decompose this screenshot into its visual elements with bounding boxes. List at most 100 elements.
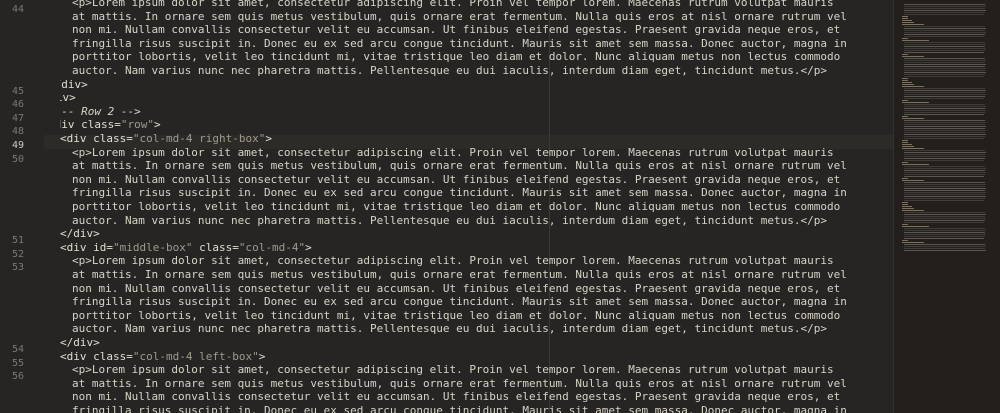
minimap-line xyxy=(904,74,986,75)
minimap-line xyxy=(904,152,986,153)
code-line[interactable]: <div class="col-md-4 right-box"> xyxy=(60,132,272,146)
code-line[interactable]: fringilla risus suscipit in. Donec eu ex… xyxy=(72,404,847,413)
code-token: fringilla risus suscipit in. Donec eu ex… xyxy=(72,36,847,50)
minimap-line xyxy=(904,42,985,43)
line-number[interactable]: 50 xyxy=(0,153,24,167)
minimap-line xyxy=(904,172,986,173)
minimap-line xyxy=(902,20,912,21)
minimap-line xyxy=(904,138,984,139)
code-line[interactable]: at mattis. In ornare sem quis metus vest… xyxy=(72,10,847,24)
code-token: fringilla risus suscipit in. Donec eu ex… xyxy=(72,295,847,309)
minimap-line xyxy=(904,26,985,27)
line-number[interactable]: 53 xyxy=(0,261,24,275)
code-token: > xyxy=(305,240,312,254)
code-editor[interactable]: 44 45 46 47 48 49 50 51 52 53 54 55 56 <p>Lorem ipsu… xyxy=(0,0,1000,413)
minimap-line xyxy=(902,82,912,83)
minimap-line xyxy=(904,76,984,77)
minimap-line xyxy=(904,30,986,31)
minimap-line xyxy=(902,226,929,227)
code-line[interactable]: <p>Lorem ipsum dolor sit amet, consectet… xyxy=(72,254,834,268)
line-number[interactable]: 46 xyxy=(0,98,24,112)
minimap-line xyxy=(904,60,986,61)
code-token: <div xyxy=(60,132,94,145)
minimap-line xyxy=(902,204,908,205)
code-line[interactable]: at mattis. In ornare sem quis metus vest… xyxy=(72,159,847,173)
minimap-line xyxy=(902,206,912,207)
minimap-line xyxy=(904,236,986,237)
code-line[interactable]: non mi. Nullam convallis consectetur vel… xyxy=(72,282,840,296)
code-line[interactable]: <!-- Row 2 --> xyxy=(60,105,141,119)
minimap-line xyxy=(904,232,986,233)
minimap-line xyxy=(902,240,908,241)
code-token: </div> xyxy=(60,91,76,105)
code-line[interactable]: auctor. Nam varius nunc nec pharetra mat… xyxy=(72,214,827,228)
line-number[interactable]: 51 xyxy=(0,234,24,248)
minimap-line xyxy=(904,122,986,123)
code-line[interactable]: non mi. Nullam convallis consectetur vel… xyxy=(72,23,840,37)
code-line[interactable]: auctor. Nam varius nunc nec pharetra mat… xyxy=(72,322,827,336)
code-line[interactable]: <p>Lorem ipsum dolor sit amet, consectet… xyxy=(72,0,834,10)
code-line[interactable]: porttitor lobortis, velit leo tincidunt … xyxy=(72,309,840,323)
minimap-line xyxy=(904,244,985,245)
code-line[interactable]: </div> xyxy=(60,227,100,241)
line-number[interactable]: 45 xyxy=(0,85,24,99)
line-number[interactable]: 52 xyxy=(0,248,24,262)
code-line[interactable]: porttitor lobortis, velit leo tincidunt … xyxy=(72,50,840,64)
line-number[interactable]: 54 xyxy=(0,343,24,357)
code-line[interactable]: <p>Lorem ipsum dolor sit amet, consectet… xyxy=(72,146,834,160)
minimap-line xyxy=(902,22,914,23)
code-line[interactable]: non mi. Nullam convallis consectetur vel… xyxy=(72,173,840,187)
minimap-line xyxy=(904,50,986,51)
line-number[interactable]: 56 xyxy=(0,370,24,384)
minimap-line xyxy=(904,134,986,135)
minimap-line xyxy=(904,6,986,7)
code-line[interactable]: </div> xyxy=(60,336,100,350)
minimap-line xyxy=(904,52,984,53)
minimap-line xyxy=(904,188,986,189)
code-line[interactable]: <div class="row"> xyxy=(60,118,161,132)
minimap-line xyxy=(902,102,929,103)
minimap-line xyxy=(904,44,986,45)
minimap-line xyxy=(902,100,908,101)
code-token: non mi. Nullam convallis consectetur vel… xyxy=(72,281,841,295)
code-area[interactable]: <p>Lorem ipsum dolor sit amet, consectet… xyxy=(60,0,890,413)
minimap-line xyxy=(904,212,985,213)
minimap-line xyxy=(904,200,984,201)
line-number[interactable]: 44 xyxy=(0,3,24,17)
code-line[interactable]: </div> xyxy=(60,78,88,92)
minimap-line xyxy=(904,218,986,219)
minimap-line xyxy=(902,146,914,147)
code-line[interactable]: porttitor lobortis, velit leo tincidunt … xyxy=(72,200,840,214)
minimap-line xyxy=(904,220,986,221)
line-number[interactable]: 48 xyxy=(0,125,24,139)
minimap-line xyxy=(904,106,986,107)
line-number[interactable]: 49 xyxy=(0,139,24,153)
code-line[interactable]: </div> xyxy=(60,91,76,105)
minimap-line xyxy=(902,40,929,41)
code-line[interactable]: <div class="col-md-4 left-box"> xyxy=(60,350,265,364)
minimap-line xyxy=(904,186,986,187)
minimap-line xyxy=(904,246,986,247)
minimap-line xyxy=(904,32,986,33)
code-line[interactable]: non mi. Nullam convallis consectetur vel… xyxy=(72,390,840,404)
minimap-line xyxy=(904,96,986,97)
code-line[interactable]: <p>Lorem ipsum dolor sit amet, consectet… xyxy=(72,363,834,377)
code-line[interactable]: auctor. Nam varius nunc nec pharetra mat… xyxy=(72,64,827,78)
line-number[interactable]: 47 xyxy=(0,112,24,126)
minimap[interactable] xyxy=(894,0,1000,413)
code-line[interactable]: <div id="middle-box" class="col-md-4"> xyxy=(60,241,312,255)
code-line[interactable]: at mattis. In ornare sem quis metus vest… xyxy=(72,377,847,391)
code-line[interactable]: fringilla risus suscipit in. Donec eu ex… xyxy=(72,186,847,200)
minimap-line xyxy=(902,180,924,181)
minimap-line xyxy=(902,162,908,163)
line-number[interactable]: 55 xyxy=(0,357,24,371)
code-token: <div xyxy=(60,240,94,254)
line-number-gutter[interactable]: 44 45 46 47 48 49 50 51 52 53 54 55 56 xyxy=(0,0,44,413)
code-line[interactable]: fringilla risus suscipit in. Donec eu ex… xyxy=(72,295,847,309)
minimap-line xyxy=(904,222,984,223)
code-token: non mi. Nullam convallis consectetur vel… xyxy=(72,172,841,186)
minimap-line xyxy=(904,126,986,127)
minimap-line xyxy=(904,120,985,121)
code-line[interactable]: at mattis. In ornare sem quis metus vest… xyxy=(72,268,847,282)
code-line[interactable]: fringilla risus suscipit in. Donec eu ex… xyxy=(72,37,847,51)
